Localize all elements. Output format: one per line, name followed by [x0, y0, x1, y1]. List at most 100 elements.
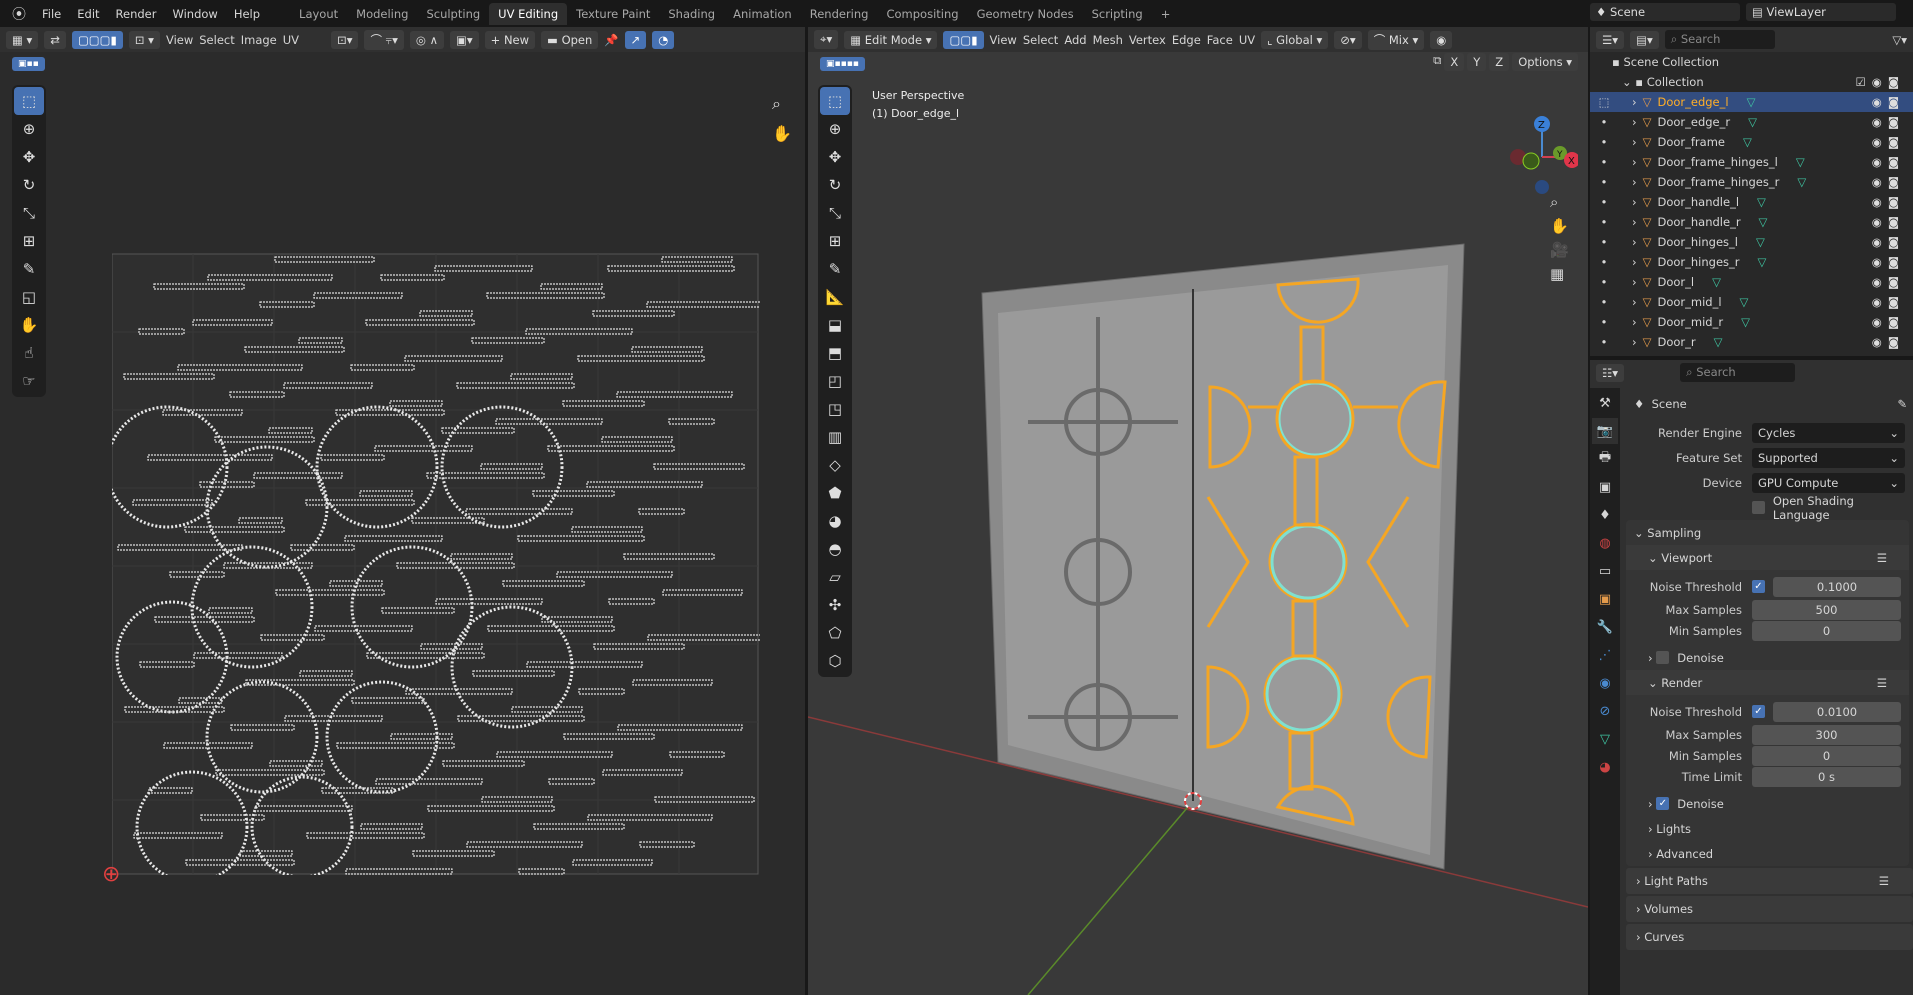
proportional-edit-icon[interactable]: ◎ ∧ — [409, 30, 445, 49]
tab-modeling[interactable]: Modeling — [347, 3, 417, 25]
presets-icon[interactable]: ☰ — [1877, 676, 1887, 690]
expand-icon[interactable]: › — [1632, 335, 1637, 349]
modifier-tab-icon[interactable]: 🔧 — [1592, 614, 1618, 640]
particles-tab-icon[interactable]: ⋰ — [1592, 642, 1618, 668]
menu-window[interactable]: Window — [164, 7, 225, 21]
inset-tool-icon[interactable]: ◰ — [820, 367, 850, 395]
bullet-icon[interactable]: • — [1594, 275, 1614, 289]
outliner-row[interactable]: • › ▽ Door_r ▽ ◉◙ — [1590, 332, 1913, 352]
time-limit-field[interactable]: 0 s — [1752, 766, 1901, 787]
transform-tool-icon[interactable]: ⊞ — [820, 227, 850, 255]
denoise-checkbox[interactable] — [1656, 651, 1670, 664]
annotate-tool-icon[interactable]: ✎ — [14, 255, 44, 283]
sticky-mode-button[interactable]: ⊡ ▾ — [128, 30, 160, 49]
visibility-icons[interactable]: ◉◙ — [1872, 115, 1905, 129]
camera-view-icon[interactable]: 🎥 — [1550, 241, 1569, 259]
bullet-icon[interactable]: • — [1594, 155, 1614, 169]
pan-icon[interactable]: ✋ — [1550, 217, 1569, 235]
presets-icon[interactable]: ☰ — [1877, 551, 1887, 565]
visibility-icons[interactable]: ◉◙ — [1872, 315, 1905, 329]
scale-tool-icon[interactable]: ⤡ — [820, 199, 850, 227]
menu-file[interactable]: File — [34, 7, 69, 21]
scale-tool-icon[interactable]: ⤡ — [14, 199, 44, 227]
noise-threshold-field[interactable]: 0.0100 — [1773, 701, 1901, 722]
mesh-data-icon[interactable]: ▽ — [1743, 135, 1752, 149]
move-tool-icon[interactable]: ✥ — [14, 143, 44, 171]
cursor-tool-icon[interactable]: ⊕ — [820, 115, 850, 143]
mesh-data-icon[interactable]: ▽ — [1714, 335, 1723, 349]
scene-collection-row[interactable]: ▪ Scene Collection — [1590, 52, 1913, 72]
min-samples-field[interactable]: 0 — [1752, 620, 1901, 641]
visibility-icons[interactable]: ☑◉◙ — [1855, 75, 1905, 89]
max-samples-field[interactable]: 300 — [1752, 724, 1901, 745]
2d-cursor-icon[interactable]: ⊕ — [102, 862, 120, 887]
render-engine-dropdown[interactable]: Cycles ⌄ — [1752, 422, 1905, 443]
viewport-scene[interactable] — [808, 27, 1588, 995]
filter-view-icon[interactable]: ▤▾ — [1630, 30, 1659, 49]
add-cube-tool-icon[interactable]: ⬓ — [820, 311, 850, 339]
min-samples-field[interactable]: 0 — [1752, 745, 1901, 766]
bullet-icon[interactable]: • — [1594, 175, 1614, 189]
mesh-data-icon[interactable]: ▽ — [1758, 255, 1767, 269]
expand-icon[interactable]: › — [1632, 175, 1637, 189]
sync-selection-icon[interactable]: ⇄ — [44, 30, 66, 49]
outliner-row[interactable]: ⬚ › ▽ Door_edge_l ▽ ◉◙ — [1590, 92, 1913, 112]
edit-mode-icon[interactable]: ⬚ — [1594, 95, 1614, 109]
properties-search[interactable]: ⌕ Search — [1680, 363, 1796, 382]
outliner-search[interactable]: ⌕ Search — [1664, 30, 1775, 49]
edge-slide-tool-icon[interactable]: ▱ — [820, 563, 850, 591]
bullet-icon[interactable]: • — [1594, 135, 1614, 149]
rotate-tool-icon[interactable]: ↻ — [14, 171, 44, 199]
cursor-tool-icon[interactable]: ⊕ — [14, 115, 44, 143]
uv-display-icon[interactable]: ↗ — [624, 30, 647, 49]
navigation-gizmo[interactable]: Z Y X — [1488, 87, 1578, 197]
tab-sculpting[interactable]: Sculpting — [417, 3, 489, 25]
menu-view[interactable]: View — [166, 33, 193, 47]
relax-tool-icon[interactable]: ☝ — [14, 339, 44, 367]
constraints-tab-icon[interactable]: ⊘ — [1592, 698, 1618, 724]
outliner-row[interactable]: • › ▽ Door_frame_hinges_r ▽ ◉◙ — [1590, 172, 1913, 192]
menu-render[interactable]: Render — [108, 7, 165, 21]
visibility-icons[interactable]: ◉◙ — [1872, 295, 1905, 309]
noise-threshold-checkbox[interactable]: ✓ — [1752, 580, 1765, 593]
data-tab-icon[interactable]: ▽ — [1592, 726, 1618, 752]
outliner-row[interactable]: • › ▽ Door_frame_hinges_l ▽ ◉◙ — [1590, 152, 1913, 172]
output-tab-icon[interactable]: 🖶 — [1592, 446, 1618, 472]
mesh-data-icon[interactable]: ▽ — [1797, 175, 1806, 189]
expand-icon[interactable]: › — [1632, 95, 1637, 109]
curves-panel[interactable]: › Curves — [1626, 924, 1913, 950]
select-box-tool-icon[interactable]: ⬚ — [14, 87, 44, 115]
poly-build-tool-icon[interactable]: ⬟ — [820, 479, 850, 507]
advanced-subpanel[interactable]: › Advanced — [1626, 841, 1909, 866]
outliner-row[interactable]: • › ▽ Door_hinges_r ▽ ◉◙ — [1590, 252, 1913, 272]
extrude-tool-icon[interactable]: ⬒ — [820, 339, 850, 367]
vp-denoise-row[interactable]: › Denoise — [1626, 645, 1909, 670]
filter-icon[interactable]: ▽▾ — [1892, 33, 1907, 47]
material-tab-icon[interactable]: ◕ — [1592, 754, 1618, 780]
mesh-data-icon[interactable]: ▽ — [1748, 115, 1757, 129]
display-mode-icon[interactable]: ☰▾ — [1596, 30, 1625, 49]
expand-icon[interactable]: › — [1632, 215, 1637, 229]
add-workspace-button[interactable]: + — [1152, 3, 1180, 25]
expand-icon[interactable]: › — [1632, 275, 1637, 289]
rip-tool-icon[interactable]: ◱ — [14, 283, 44, 311]
tab-scripting[interactable]: Scripting — [1083, 3, 1152, 25]
tab-rendering[interactable]: Rendering — [801, 3, 878, 25]
menu-help[interactable]: Help — [226, 7, 268, 21]
menu-image[interactable]: Image — [241, 33, 277, 47]
mesh-data-icon[interactable]: ▽ — [1756, 235, 1765, 249]
view-layer-selector[interactable]: ▤ ViewLayer — [1746, 3, 1896, 21]
noise-threshold-field[interactable]: 0.1000 — [1773, 576, 1901, 597]
editor-type-button[interactable]: ▦ ▾ — [6, 30, 39, 49]
visibility-icons[interactable]: ◉◙ — [1872, 195, 1905, 209]
bullet-icon[interactable]: • — [1594, 215, 1614, 229]
bevel-tool-icon[interactable]: ◳ — [820, 395, 850, 423]
tab-uv-editing[interactable]: UV Editing — [489, 2, 568, 25]
expand-icon[interactable]: › — [1632, 295, 1637, 309]
mesh-data-icon[interactable]: ▽ — [1741, 315, 1750, 329]
expand-icon[interactable]: › — [1632, 195, 1637, 209]
rip-tool-icon[interactable]: ⬡ — [820, 647, 850, 675]
selection-mode-icon[interactable]: ▣▪▪ — [12, 57, 45, 71]
max-samples-field[interactable]: 500 — [1752, 599, 1901, 620]
collection-row[interactable]: ⌄ ▪ Collection ☑◉◙ — [1590, 72, 1913, 92]
